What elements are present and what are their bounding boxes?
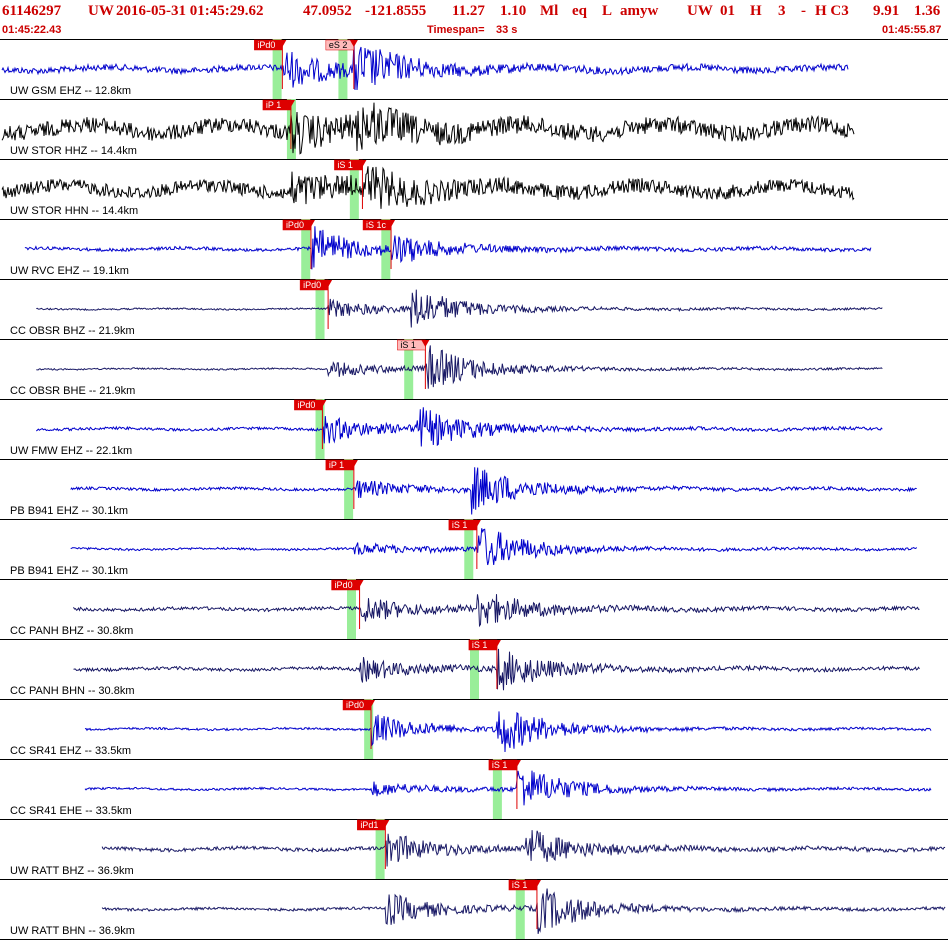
trace-label: UW RATT BHN -- 36.9km <box>10 925 135 937</box>
pick-label: iS 1 <box>400 340 416 350</box>
trace-label: UW RATT BHZ -- 36.9km <box>10 865 134 877</box>
event-magnitude: 1.10 <box>500 3 527 19</box>
trace-row: iPd1 UW RATT BHZ -- 36.9km <box>0 819 948 880</box>
pick-label: iS 1c <box>366 220 387 230</box>
event-lat: 47.0952 <box>303 3 352 19</box>
trace-row: iS 1 PB B941 EHZ -- 30.1km <box>0 519 948 580</box>
pick-label: iP 1 <box>329 460 344 470</box>
pick-label: iPd1 <box>360 820 378 830</box>
waveform <box>84 711 932 753</box>
pick-label: iPd0 <box>335 580 353 590</box>
trace-row: iS 1 CC PANH BHN -- 30.8km <box>0 639 948 700</box>
trace-row: iPd0 eS 2 UW GSM EHZ -- 12.8km <box>0 39 948 100</box>
trace-label: UW FMW EHZ -- 22.1km <box>10 445 132 457</box>
trace-label: CC SR41 EHZ -- 33.5km <box>10 745 131 757</box>
trace-label: UW STOR HHZ -- 14.4km <box>10 145 137 157</box>
time-row: 01:45:22.43 Timespan= 33 s 01:45:55.87 <box>0 22 948 39</box>
waveform <box>36 345 883 389</box>
pick-label: iPd0 <box>257 40 275 50</box>
waveform <box>70 467 917 515</box>
pick-label: eS 2 <box>329 40 348 50</box>
pick-label: iS 1 <box>492 760 508 770</box>
trace-row: iP 1 PB B941 EHZ -- 30.1km <box>0 459 948 520</box>
waveform <box>1 40 849 91</box>
event-depth: 11.27 <box>452 3 485 19</box>
trace-row: iPd0 CC PANH BHZ -- 30.8km <box>0 579 948 640</box>
trace-label: CC OBSR BHZ -- 21.9km <box>10 325 135 337</box>
waveform <box>84 770 932 806</box>
pick-label: iPd0 <box>286 220 304 230</box>
pick-label: iP 1 <box>266 100 281 110</box>
trace-row: iP 1 UW STOR HHZ -- 14.4km <box>0 99 948 160</box>
waveform <box>24 226 872 270</box>
trace-label: CC SR41 EHE -- 33.5km <box>10 805 132 817</box>
pick-label: iPd0 <box>346 700 364 710</box>
trace-row: iS 1 CC OBSR BHE -- 21.9km <box>0 339 948 400</box>
event-author: amyw <box>620 3 659 19</box>
start-time: 01:45:22.43 <box>2 24 62 36</box>
waveform <box>73 594 920 628</box>
trace-row: iPd0 iS 1c UW RVC EHZ -- 19.1km <box>0 219 948 280</box>
event-h1: H <box>750 3 762 19</box>
event-type: eq <box>572 3 587 19</box>
event-h2: H C3 <box>815 3 849 19</box>
event-origin-net: UW <box>687 3 713 19</box>
trace-label: PB B941 EHZ -- 30.1km <box>10 565 128 577</box>
trace-label: UW STOR HHN -- 14.4km <box>10 205 138 217</box>
pick-label: iS 1 <box>512 880 528 890</box>
timespan-label: Timespan= <box>427 24 485 36</box>
end-time: 01:45:55.87 <box>882 24 942 36</box>
trace-row: iS 1 CC SR41 EHE -- 33.5km <box>0 759 948 820</box>
event-v1: 9.91 <box>873 3 900 19</box>
waveform <box>1 166 855 209</box>
trace-row: iPd0 CC OBSR BHZ -- 21.9km <box>0 279 948 340</box>
event-flag: L <box>602 3 613 19</box>
event-mag-type: Ml <box>540 3 559 19</box>
waveform <box>35 407 883 447</box>
event-version: 01 <box>720 3 735 19</box>
timespan-value: 33 s <box>496 24 518 36</box>
waveform <box>36 289 883 328</box>
trace-row: iS 1 UW RATT BHN -- 36.9km <box>0 879 948 940</box>
trace-label: UW RVC EHZ -- 19.1km <box>10 265 129 277</box>
trace-label: UW GSM EHZ -- 12.8km <box>10 85 131 97</box>
event-v2: 1.36 <box>914 3 941 19</box>
waveform <box>101 830 946 867</box>
event-header: 61146297 UW 2016-05-31 01:45:29.62 47.09… <box>0 0 948 22</box>
pick-label: iPd0 <box>303 280 321 290</box>
event-datetime: 2016-05-31 01:45:29.62 <box>116 3 264 19</box>
trace-label: CC OBSR BHE -- 21.9km <box>10 385 135 397</box>
event-id: 61146297 <box>2 3 62 19</box>
pick-label: iPd0 <box>297 400 315 410</box>
trace-row: iS 1 UW STOR HHN -- 14.4km <box>0 159 948 220</box>
trace-label: CC PANH BHN -- 30.8km <box>10 685 134 697</box>
event-num: 3 <box>778 3 786 19</box>
event-lon: -121.8555 <box>365 3 427 19</box>
pick-label: iS 1 <box>337 160 353 170</box>
trace-row: iPd0 CC SR41 EHZ -- 33.5km <box>0 699 948 760</box>
waveform <box>70 528 918 566</box>
seismogram-panel: iPd0 eS 2 UW GSM EHZ -- 12.8km iP 1 UW STOR … <box>0 39 948 940</box>
trace-row: iPd0 UW FMW EHZ -- 22.1km <box>0 399 948 460</box>
event-dash: - <box>801 3 806 19</box>
trace-label: PB B941 EHZ -- 30.1km <box>10 505 128 517</box>
trace-label: CC PANH BHZ -- 30.8km <box>10 625 133 637</box>
event-network: UW <box>88 3 114 19</box>
pick-label: iS 1 <box>452 520 468 530</box>
pick-label: iS 1 <box>472 640 488 650</box>
